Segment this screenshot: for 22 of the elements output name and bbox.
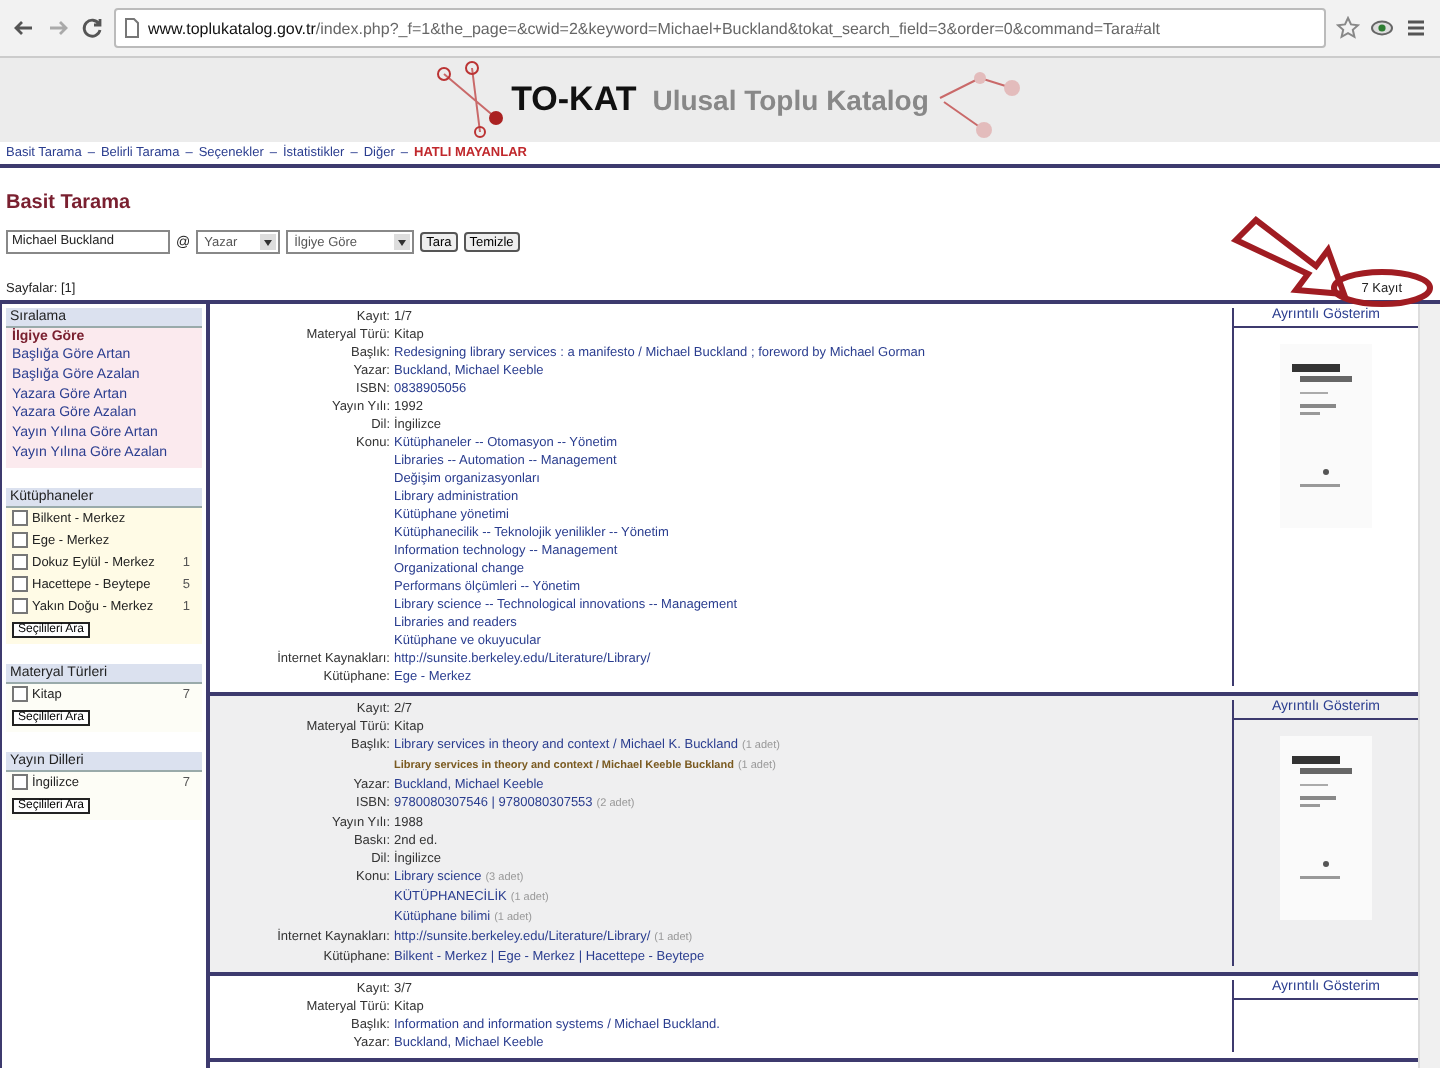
checkbox[interactable] [12,774,28,791]
checkbox[interactable] [12,576,28,593]
checkbox[interactable] [12,598,28,615]
caret-icon [394,234,411,250]
checkbox[interactable] [12,554,28,571]
caret-icon [260,234,277,250]
star-icon[interactable] [1336,16,1360,40]
page-icon [124,18,140,38]
menu-icon[interactable] [1404,16,1428,40]
checkbox[interactable] [12,510,28,527]
back-icon[interactable] [12,16,36,40]
annotation-circle [1331,269,1433,307]
checkbox[interactable] [12,686,28,703]
scrollbar[interactable] [1418,304,1440,1068]
page-heading: Basit Tarama [6,192,133,214]
checkbox[interactable] [12,532,28,549]
eye-icon[interactable] [1370,16,1394,40]
logo[interactable]: TO-KAT [511,80,637,120]
site-title: Ulusal Toplu Katalog [652,84,929,116]
annotation-arrow [1230,216,1349,298]
address-bar[interactable]: www.toplukatalog.gov.tr/index.php?_f=1&the_page=&cwid=2&keyword=Michael+Buckland&tokat_search_field=3&order=0&command=Tara#alt [114,8,1326,48]
reload-icon[interactable] [80,16,104,40]
